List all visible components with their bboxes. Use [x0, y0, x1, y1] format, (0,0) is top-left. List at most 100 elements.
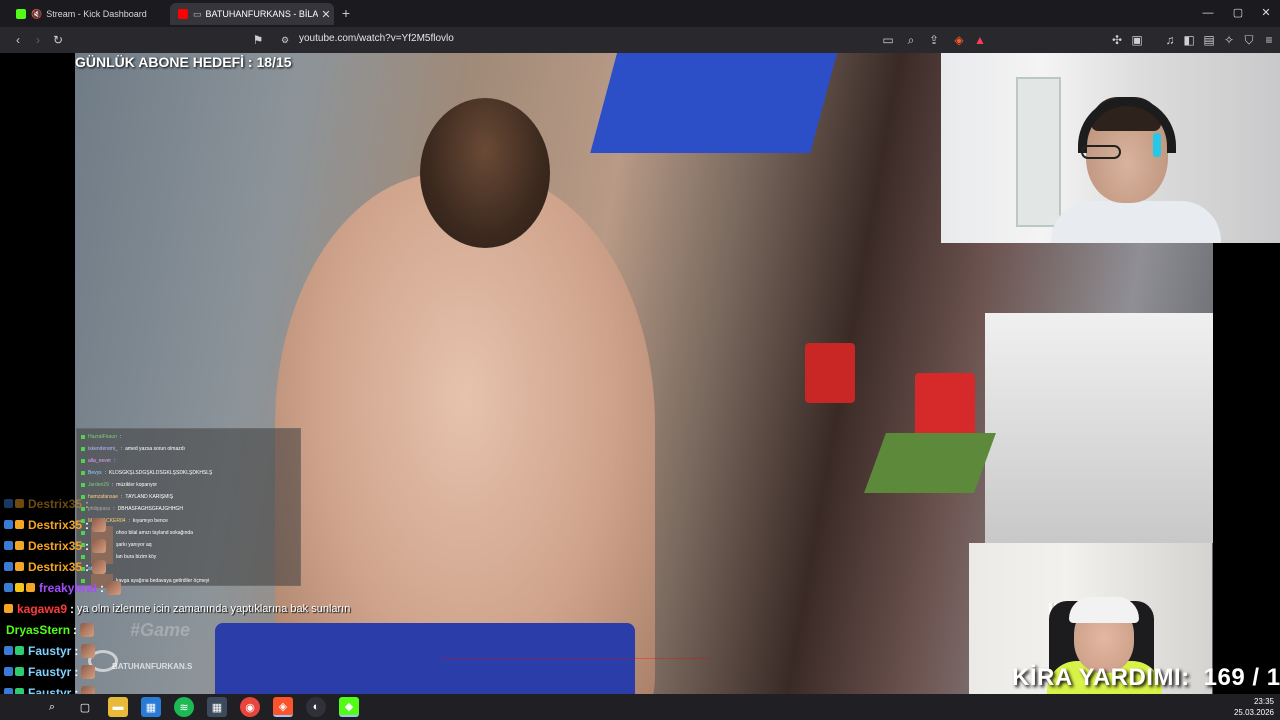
cast-icon[interactable]: ▭: [879, 31, 897, 49]
obs-icon[interactable]: ◐: [306, 697, 326, 717]
spotify-icon[interactable]: ≋: [174, 697, 194, 717]
bookmark-icon[interactable]: ⚑: [249, 31, 267, 49]
tab-kick-dashboard[interactable]: 🔇 Stream - Kick Dashboard: [8, 3, 164, 25]
audio-playing-icon[interactable]: ▭: [193, 9, 202, 20]
chat-badge-icon: [15, 499, 24, 508]
video-awning: [590, 53, 840, 153]
forward-icon[interactable]: ›: [29, 31, 47, 49]
kick-icon[interactable]: ◆: [339, 697, 359, 717]
webcam-cap: [1069, 597, 1139, 623]
page-content: GÜNLÜK ABONE HEDEFİ : 18/15 KİRA YARDIMI…: [0, 53, 1280, 694]
chat-username[interactable]: Destrix35: [28, 539, 82, 553]
chat-badge-icon: [15, 520, 24, 529]
chat-message-row: Destrix35:: [4, 535, 107, 556]
brave-icon[interactable]: ◈: [273, 697, 293, 717]
overlay-chat-colon: :: [104, 469, 107, 476]
overlay-chat-row: Jarden29: müzikler koparıyor: [81, 479, 157, 490]
overlay-chat-message: amed yazsa sorun olmazdı: [125, 445, 185, 452]
menu-icon[interactable]: ≡: [1260, 31, 1278, 49]
file-explorer-icon[interactable]: ▬: [108, 697, 128, 717]
overlay-chat-message: şarkı yanıyor aq: [116, 541, 152, 548]
video-mat: [864, 433, 996, 493]
chat-emote-icon: [81, 685, 96, 694]
back-icon[interactable]: ‹: [9, 31, 27, 49]
brave-shields-icon[interactable]: ◈: [950, 31, 968, 49]
chat-badge-icon: [15, 646, 24, 655]
chat-badge-icon: [4, 604, 13, 613]
minimize-button[interactable]: —: [1194, 3, 1222, 23]
chrome-icon[interactable]: ◉: [240, 697, 260, 717]
chat-username[interactable]: Destrix35: [28, 560, 82, 574]
chat-message-row: freakybrat:: [4, 577, 122, 598]
address-bar[interactable]: youtube.com/watch?v=Yf2M5flovlo: [299, 33, 454, 44]
chat-colon: :: [74, 643, 79, 658]
tab-label: Stream - Kick Dashboard: [46, 9, 147, 19]
rent-value: 169 / 170: [1203, 664, 1280, 691]
close-window-button[interactable]: ✕: [1252, 3, 1280, 23]
overlay-chat-row: iskenderami_: amed yazsa sorun olmazdı: [81, 443, 185, 454]
wallet-icon[interactable]: ▤: [1200, 31, 1218, 49]
clock-date: 25.03.2026: [1233, 708, 1274, 717]
overlay-chat-message: kıyamıyo bence: [132, 517, 168, 524]
overlay-chat-message: DBHASFAGHSGFAJGHHGH: [117, 505, 183, 512]
chat-message-row: Faustyr:: [4, 640, 96, 661]
sidebar-icon[interactable]: ◧: [1180, 31, 1198, 49]
video-progress-bar[interactable]: [440, 658, 710, 659]
chat-badge-icon: [15, 667, 24, 676]
leo-ai-icon[interactable]: ✧: [1220, 31, 1238, 49]
brave-rewards-icon[interactable]: ▲: [971, 31, 989, 49]
chat-badge-icon: [81, 458, 85, 463]
muted-speaker-icon[interactable]: 🔇: [31, 9, 42, 20]
site-info-icon[interactable]: ⚙: [276, 31, 294, 49]
chat-username[interactable]: Destrix35: [28, 518, 82, 532]
overlay-chat-row: HazratFiraun:: [81, 431, 124, 442]
tab-close-icon[interactable]: ✕: [318, 8, 334, 21]
chat-colon: :: [85, 496, 90, 511]
chat-username[interactable]: Faustyr: [28, 665, 71, 679]
chat-username[interactable]: kagawa9: [17, 602, 67, 616]
chat-badges: [4, 604, 15, 613]
system-clock[interactable]: 23:35 25.03.2026: [1234, 696, 1274, 718]
overlay-chat-username: hamzafansae: [88, 493, 119, 500]
task-view-icon[interactable]: ▢: [75, 697, 95, 717]
chat-colon: :: [85, 517, 90, 532]
chat-message-row: Destrix35:: [4, 514, 107, 535]
maximize-button[interactable]: ▢: [1224, 3, 1252, 23]
chat-username[interactable]: Destrix35: [28, 497, 82, 511]
chat-username[interactable]: DryasStern: [6, 623, 70, 637]
extensions-icon[interactable]: ✣: [1108, 31, 1126, 49]
overlay-chat-username: Jarden29: [88, 481, 109, 488]
chat-badges: [4, 583, 37, 592]
chat-badge-icon: [4, 667, 13, 676]
store-icon[interactable]: ▦: [141, 697, 161, 717]
search-icon[interactable]: ⌕: [42, 697, 62, 717]
media-controls-icon[interactable]: ♫: [1161, 31, 1179, 49]
chat-colon: :: [85, 538, 90, 553]
tab-search-icon[interactable]: ▣: [1128, 31, 1146, 49]
vpn-icon[interactable]: ⛉: [1240, 31, 1258, 49]
chat-badge-icon: [4, 520, 13, 529]
reload-icon[interactable]: ↻: [49, 31, 67, 49]
chat-username[interactable]: Faustyr: [28, 644, 71, 658]
share-icon[interactable]: ⇪: [925, 31, 943, 49]
chat-message-row: Faustyr:: [4, 661, 96, 682]
overlay-chat-username: alla_never: [88, 457, 112, 464]
chat-badges: [4, 562, 26, 571]
webcam-reactor: [941, 53, 1280, 243]
overlay-chat-colon: :: [119, 433, 122, 440]
chat-emote-icon: [81, 643, 96, 658]
chat-username[interactable]: Faustyr: [28, 686, 71, 695]
new-tab-button[interactable]: +: [338, 4, 354, 22]
chat-badges: [4, 646, 26, 655]
calculator-icon[interactable]: ▦: [207, 697, 227, 717]
zoom-icon[interactable]: ⌕: [902, 31, 920, 49]
embedded-video-chat: HazratFiraun: iskenderami_: amed yazsa sor…: [76, 428, 301, 588]
webcam-shirt: [1051, 201, 1221, 243]
tab-youtube-video[interactable]: ▭ BATUHANFURKANS - BİLAL İ ✕: [170, 3, 334, 25]
chat-badges: [4, 541, 26, 550]
subscriber-goal: GÜNLÜK ABONE HEDEFİ : 18/15: [75, 54, 292, 70]
overlay-chat-colon: :: [121, 493, 123, 500]
chat-message-text: ya olm izlenme icin zamanında yaptıkları…: [77, 602, 351, 615]
chat-username[interactable]: freakybrat: [39, 581, 97, 595]
video-chair: [805, 343, 855, 403]
